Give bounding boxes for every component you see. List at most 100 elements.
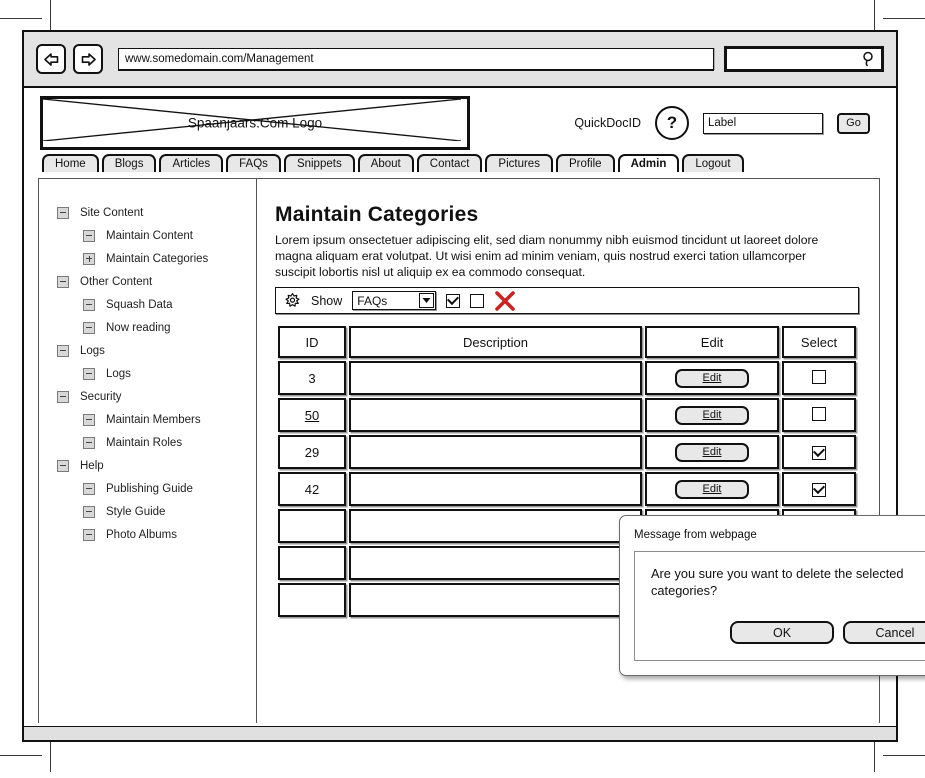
edit-button[interactable]: Edit [675,479,749,499]
id-value: 42 [304,481,320,497]
tab-blogs[interactable]: Blogs [101,154,157,172]
web-page: Spaanjaars.Com Logo QuickDocID ? Label G… [24,88,925,740]
browser-search-input[interactable] [724,46,884,72]
sidebar-item-maintain-members[interactable]: Maintain Members [57,408,256,431]
tab-home[interactable]: Home [42,154,99,172]
tab-snippets[interactable]: Snippets [283,154,355,172]
edit-button[interactable]: Edit [675,368,749,388]
forward-button[interactable] [73,44,103,74]
sidebar-item-help[interactable]: Help [57,454,256,477]
toolbar-checkbox-invert[interactable] [470,293,485,308]
edit-button[interactable]: Edit [675,405,749,425]
collapse-minus-icon[interactable] [83,229,95,242]
page-description: Lorem ipsum onsectetuer adipiscing elit,… [275,233,819,279]
sidebar-item-squash-data[interactable]: Squash Data [57,293,256,316]
tab-profile[interactable]: Profile [555,154,615,172]
ok-button[interactable]: OK [730,621,834,644]
cell-description [349,472,642,506]
expand-plus-icon[interactable] [83,252,95,265]
dialog-title: Message from webpage [634,529,757,541]
column-header-select[interactable]: Select [782,326,856,358]
site-header: Spaanjaars.Com Logo QuickDocID ? Label G… [24,88,896,150]
collapse-minus-icon[interactable] [83,321,95,334]
row-select-checkbox[interactable] [812,482,826,497]
collapse-minus-icon[interactable] [57,206,69,219]
cell-id[interactable]: 50 [278,398,346,432]
collapse-minus-icon[interactable] [83,482,95,495]
logo-text: Spaanjaars.Com Logo [187,115,323,131]
sidebar-item-label: Publishing Guide [106,482,193,495]
sidebar-item-photo-albums[interactable]: Photo Albums [57,523,256,546]
sidebar-item-label: Maintain Members [106,413,201,426]
collapse-minus-icon[interactable] [57,459,69,472]
tab-about[interactable]: About [357,154,414,172]
go-button[interactable]: Go [837,112,870,134]
tab-admin[interactable]: Admin [617,154,680,172]
collapse-minus-icon[interactable] [83,436,95,449]
tab-articles[interactable]: Articles [159,154,224,172]
main-navigation: Home Blogs Articles FAQs Snippets About Contac… [42,152,896,172]
collapse-minus-icon[interactable] [83,298,95,311]
cell-description [349,435,642,469]
crop-mark-bottom-left-h [0,755,42,756]
tab-faqs[interactable]: FAQs [226,154,281,172]
row-select-checkbox[interactable] [812,369,826,384]
table-row: 3 Edit [278,361,856,395]
edit-button[interactable]: Edit [675,442,749,462]
sidebar-item-maintain-content[interactable]: Maintain Content [57,224,256,247]
url-bar[interactable]: www.somedomain.com/Management [118,48,714,70]
tab-logout[interactable]: Logout [682,154,744,172]
column-header-id[interactable]: ID [278,326,346,358]
sidebar-item-site-content[interactable]: Site Content [57,201,256,224]
id-value: 29 [304,444,320,460]
row-select-checkbox[interactable] [812,445,826,460]
sidebar-item-maintain-categories[interactable]: Maintain Categories [57,247,256,270]
collapse-minus-icon[interactable] [83,367,95,380]
collapse-minus-icon[interactable] [57,344,69,357]
column-header-edit[interactable]: Edit [645,326,779,358]
sidebar-item-publishing-guide[interactable]: Publishing Guide [57,477,256,500]
help-button[interactable]: ? [655,106,689,140]
browser-toolbar: www.somedomain.com/Management [24,32,896,88]
quickdoc-input-value: Label [708,117,737,129]
sidebar-item-label: Maintain Roles [106,436,183,449]
chevron-down-icon[interactable] [419,293,435,308]
sidebar-tree: Site Content Maintain Content Maintain Cat… [39,179,257,723]
browser-window: www.somedomain.com/Management Spaanjaars… [22,30,925,742]
sidebar-item-other-content[interactable]: Other Content [57,270,256,293]
back-button[interactable] [36,44,66,74]
category-filter-select[interactable]: FAQs [352,291,437,310]
cell-id [278,546,346,580]
id-link[interactable]: 50 [305,408,319,423]
collapse-minus-icon[interactable] [83,413,95,426]
back-arrow-icon [43,52,60,67]
cell-edit: Edit [645,398,779,432]
row-select-checkbox[interactable] [812,406,826,421]
collapse-minus-icon[interactable] [57,390,69,403]
sidebar-item-logs[interactable]: Logs [57,339,256,362]
cancel-button[interactable]: Cancel [843,621,925,644]
cell-edit: Edit [645,472,779,506]
site-logo: Spaanjaars.Com Logo [40,96,470,150]
sidebar-item-label: Now reading [106,321,171,334]
tab-contact[interactable]: Contact [416,154,483,172]
cell-select [782,361,856,395]
dialog-body: Are you sure you want to delete the sele… [634,551,925,661]
column-header-description[interactable]: Description [349,326,642,358]
collapse-minus-icon[interactable] [57,275,69,288]
url-text: www.somedomain.com/Management [125,53,314,65]
cell-id: 42 [278,472,346,506]
toolbar-checkbox-select-all[interactable] [446,293,461,308]
sidebar-item-security[interactable]: Security [57,385,256,408]
sidebar-item-maintain-roles[interactable]: Maintain Roles [57,431,256,454]
tab-pictures[interactable]: Pictures [485,154,553,172]
red-x-delete-icon[interactable] [494,290,516,312]
sidebar-item-logs[interactable]: Logs [57,362,256,385]
sidebar-item-style-guide[interactable]: Style Guide [57,500,256,523]
collapse-minus-icon[interactable] [83,505,95,518]
collapse-minus-icon[interactable] [83,528,95,541]
cell-select [782,398,856,432]
sidebar-item-now-reading[interactable]: Now reading [57,316,256,339]
quickdoc-input[interactable]: Label [703,112,823,134]
gear-icon[interactable] [284,292,301,309]
